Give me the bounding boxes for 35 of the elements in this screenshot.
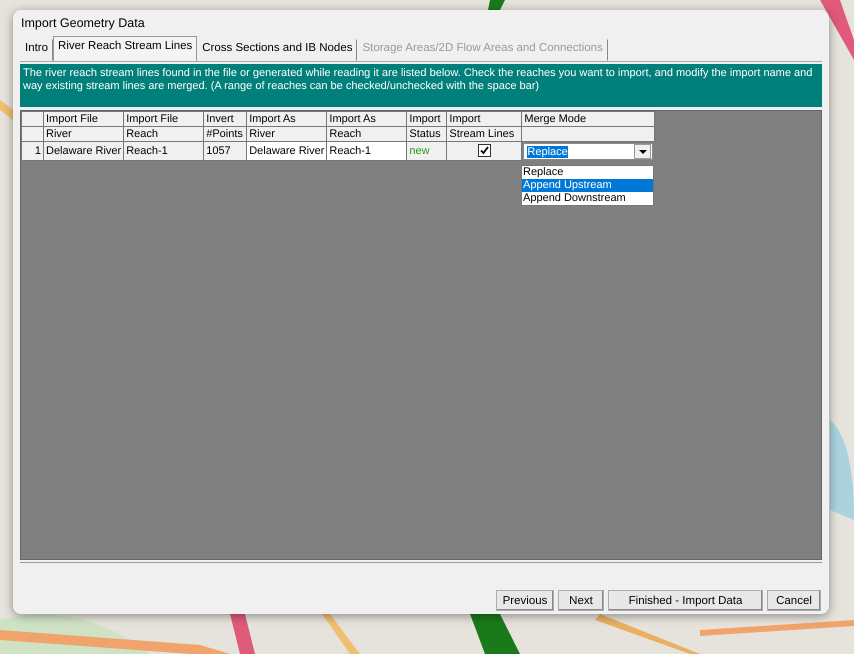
caret-icon[interactable] <box>634 144 652 159</box>
dialog-button[interactable]: Next <box>558 590 604 611</box>
window-title: Import Geometry Data <box>20 15 146 32</box>
instructions-text: The river reach stream lines found in the file or generated while reading it are listed below. Check the reaches you want to import, and modify the import name and way existing stream lines are merged. (A range of reaches can be checked/unchecked with the space bar) <box>20 64 822 107</box>
column-header: Reach <box>124 126 204 142</box>
column-header: Import File <box>44 112 124 126</box>
row-number: 1 <box>22 142 44 160</box>
table-cell: Reach-1 <box>124 142 204 160</box>
column-header: Import As <box>326 112 407 126</box>
column-header: Import As <box>246 112 327 126</box>
status-cell: new <box>406 142 447 160</box>
table-cell: 1057 <box>204 142 247 160</box>
dropdown-option[interactable]: Append Upstream <box>522 179 653 192</box>
column-header: River <box>44 126 124 142</box>
table-cell[interactable]: Reach-1 <box>326 142 407 160</box>
column-header: Import File <box>124 112 204 126</box>
tab[interactable]: River Reach Stream Lines <box>53 36 198 61</box>
import-checkbox[interactable] <box>478 144 491 158</box>
dialog-button[interactable]: Previous <box>496 590 554 611</box>
dialog-button[interactable]: Cancel <box>767 590 821 611</box>
table-cell[interactable]: Delaware River <box>246 142 327 160</box>
dropdown-option[interactable]: Replace <box>522 166 653 179</box>
dropdown-option[interactable]: Append Downstream <box>522 192 653 205</box>
column-header: #Points <box>204 126 247 142</box>
table-cell: Delaware River <box>44 142 124 160</box>
dialog-button[interactable]: Finished - Import Data <box>608 590 763 611</box>
column-header: River <box>246 126 327 142</box>
column-header: Reach <box>326 126 407 142</box>
column-header: Invert <box>204 112 247 126</box>
column-header: Import <box>446 112 522 126</box>
merge-mode-dropdown[interactable]: Replace <box>523 143 654 160</box>
column-header: Import <box>406 112 447 126</box>
column-header: Status <box>406 126 447 142</box>
column-header: Merge Mode <box>522 112 655 126</box>
column-header: Stream Lines <box>446 126 522 142</box>
